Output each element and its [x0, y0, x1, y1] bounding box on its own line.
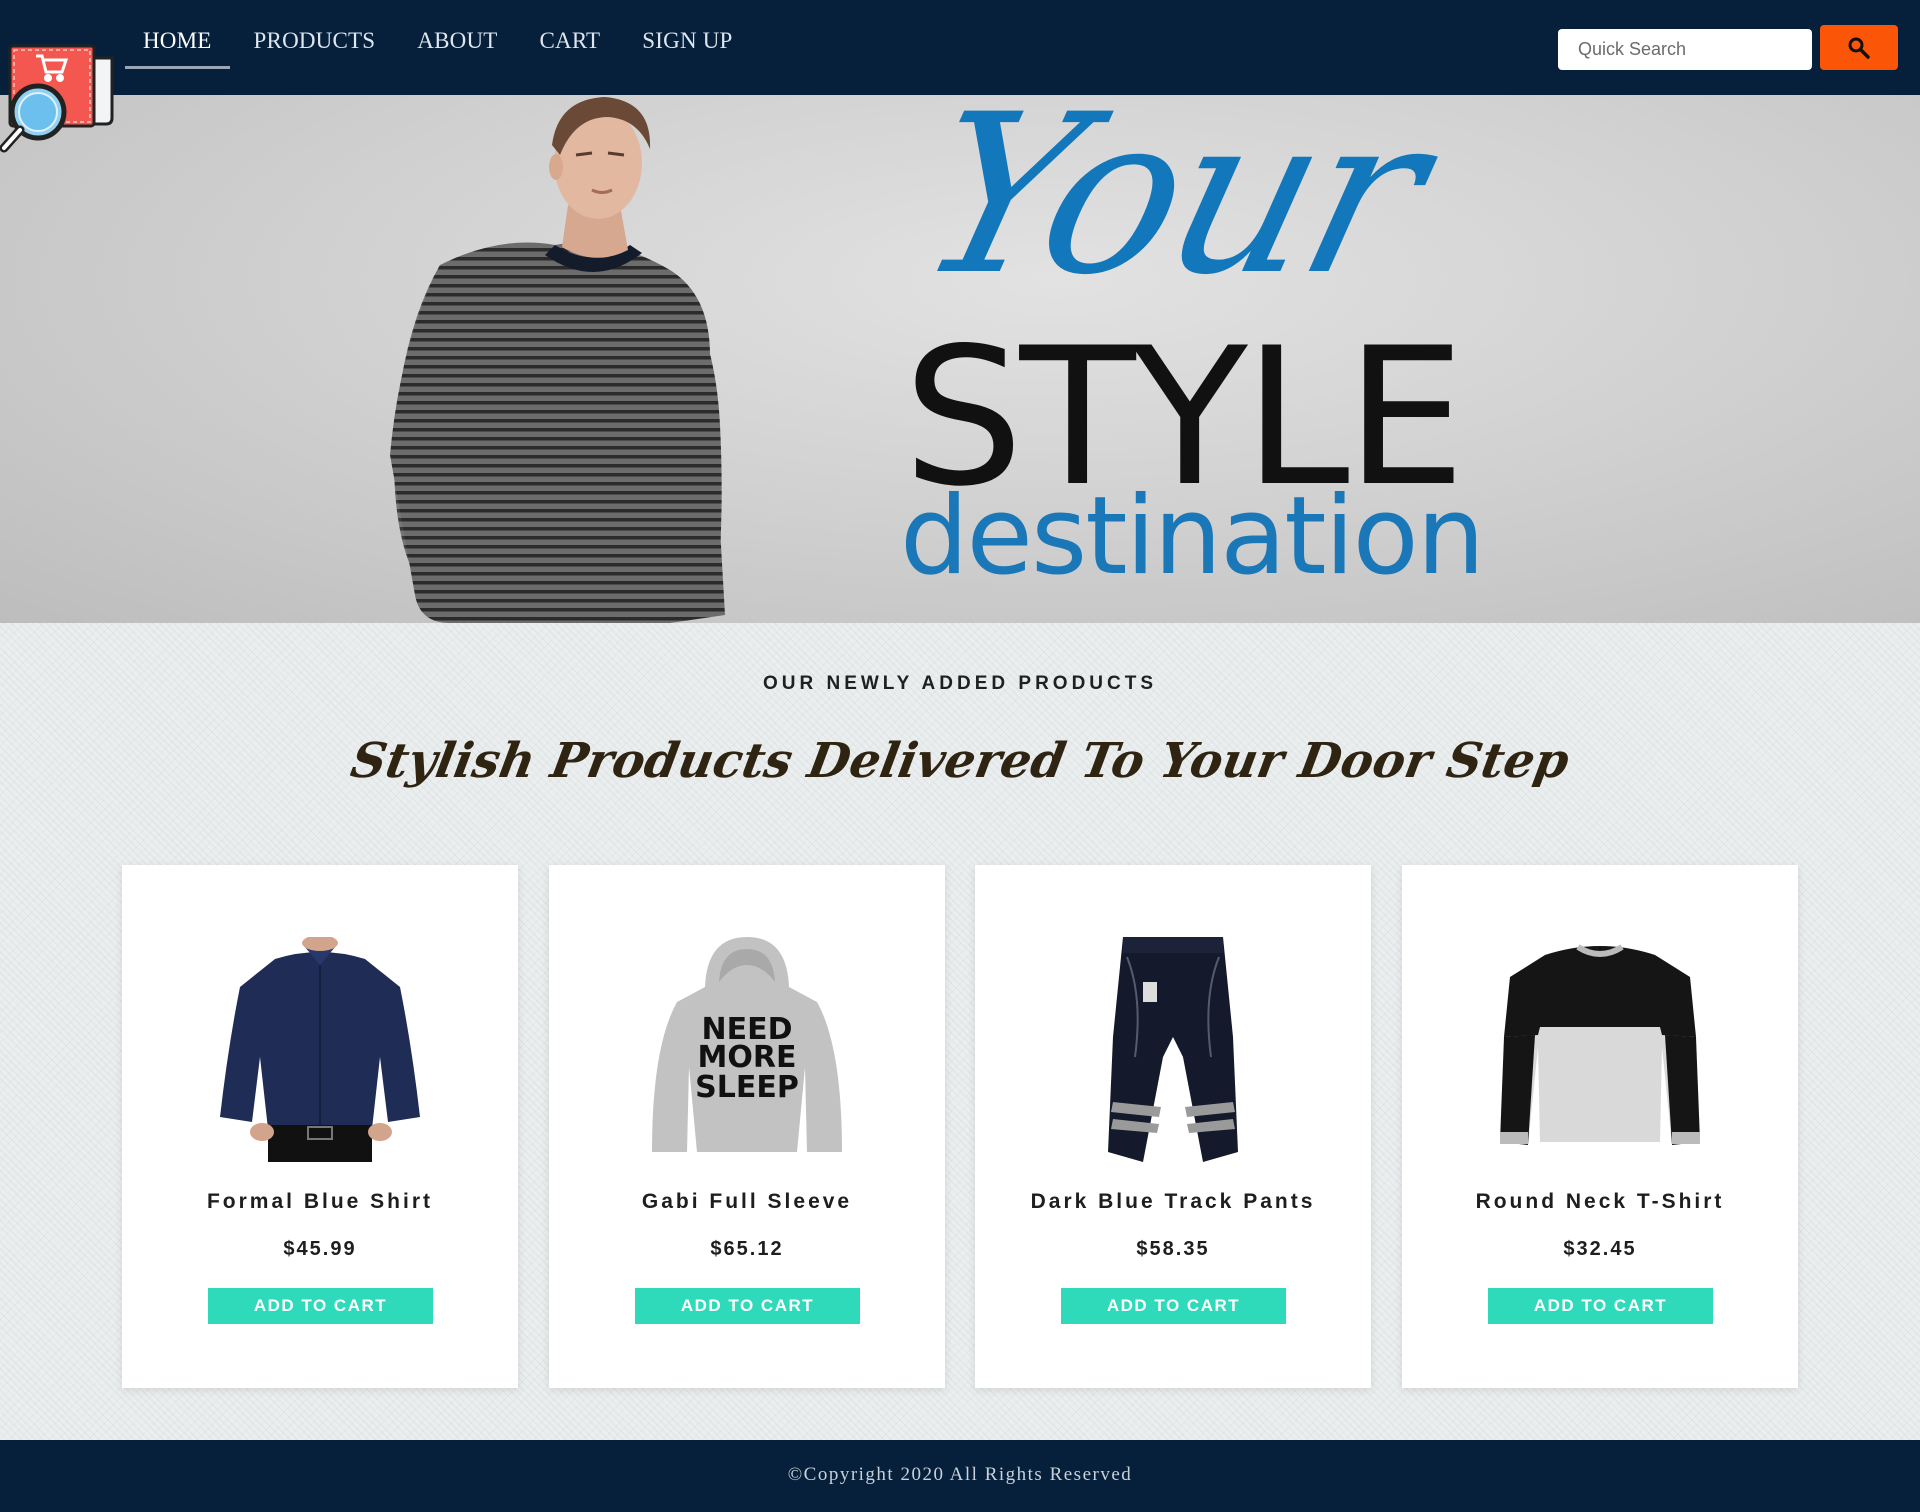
product-name: Round Neck T-Shirt — [1475, 1190, 1725, 1213]
hero-banner: Your STYLE destination — [0, 95, 1920, 623]
site-logo[interactable] — [0, 40, 120, 160]
search-button[interactable] — [1820, 25, 1898, 70]
section-tagline: Stylish Products Delivered To Your Door … — [346, 733, 1574, 789]
product-card: NEED MORE SLEEP Gabi Full Sleeve $65.12 … — [549, 865, 945, 1388]
search-input[interactable] — [1558, 29, 1812, 70]
section-eyebrow: OUR NEWLY ADDED PRODUCTS — [762, 673, 1158, 694]
product-image-track-pants — [1108, 937, 1238, 1162]
product-card: Round Neck T-Shirt $32.45 ADD TO CART — [1402, 865, 1798, 1388]
shopping-cart-magnifier-icon — [0, 44, 114, 153]
nav-item-home[interactable]: HOME — [125, 22, 230, 69]
footer: ©Copyright 2020 All Rights Reserved — [0, 1440, 1920, 1512]
nav-item-cart[interactable]: CART — [522, 22, 619, 69]
product-name: Dark Blue Track Pants — [1030, 1190, 1316, 1213]
hero-title-destination: destination — [900, 474, 1485, 599]
product-image-grey-hoodie: NEED MORE SLEEP — [652, 937, 842, 1152]
products-section: OUR NEWLY ADDED PRODUCTS Stylish Product… — [0, 623, 1920, 1440]
product-card: Dark Blue Track Pants $58.35 ADD TO CART — [975, 865, 1371, 1388]
search-icon — [1848, 37, 1870, 59]
hoodie-print-line3: SLEEP — [695, 1070, 799, 1105]
product-price: $58.35 — [1136, 1238, 1210, 1260]
nav-item-about[interactable]: ABOUT — [399, 22, 515, 69]
product-price: $45.99 — [283, 1238, 357, 1260]
product-card: Formal Blue Shirt $45.99 ADD TO CART — [122, 865, 518, 1388]
nav-item-products[interactable]: PRODUCTS — [236, 22, 394, 69]
copyright-text: ©Copyright 2020 All Rights Reserved — [787, 1464, 1133, 1485]
add-to-cart-button[interactable]: ADD TO CART — [1061, 1288, 1286, 1324]
add-to-cart-button[interactable]: ADD TO CART — [1488, 1288, 1713, 1324]
hero-model-image — [390, 97, 725, 623]
add-to-cart-button[interactable]: ADD TO CART — [208, 1288, 433, 1324]
product-price: $65.12 — [710, 1238, 784, 1260]
navbar: HOME PRODUCTS ABOUT CART SIGN UP — [0, 0, 1920, 95]
product-name: Gabi Full Sleeve — [641, 1190, 853, 1213]
hero-title-your: Your — [898, 95, 1444, 323]
product-image-formal-blue-shirt — [220, 937, 420, 1162]
product-price: $32.45 — [1563, 1238, 1637, 1260]
nav-item-signup[interactable]: SIGN UP — [624, 22, 750, 69]
product-image-round-neck-tshirt — [1500, 944, 1700, 1145]
nav-links: HOME PRODUCTS ABOUT CART SIGN UP — [125, 22, 757, 69]
add-to-cart-button[interactable]: ADD TO CART — [635, 1288, 860, 1324]
product-name: Formal Blue Shirt — [206, 1190, 434, 1213]
